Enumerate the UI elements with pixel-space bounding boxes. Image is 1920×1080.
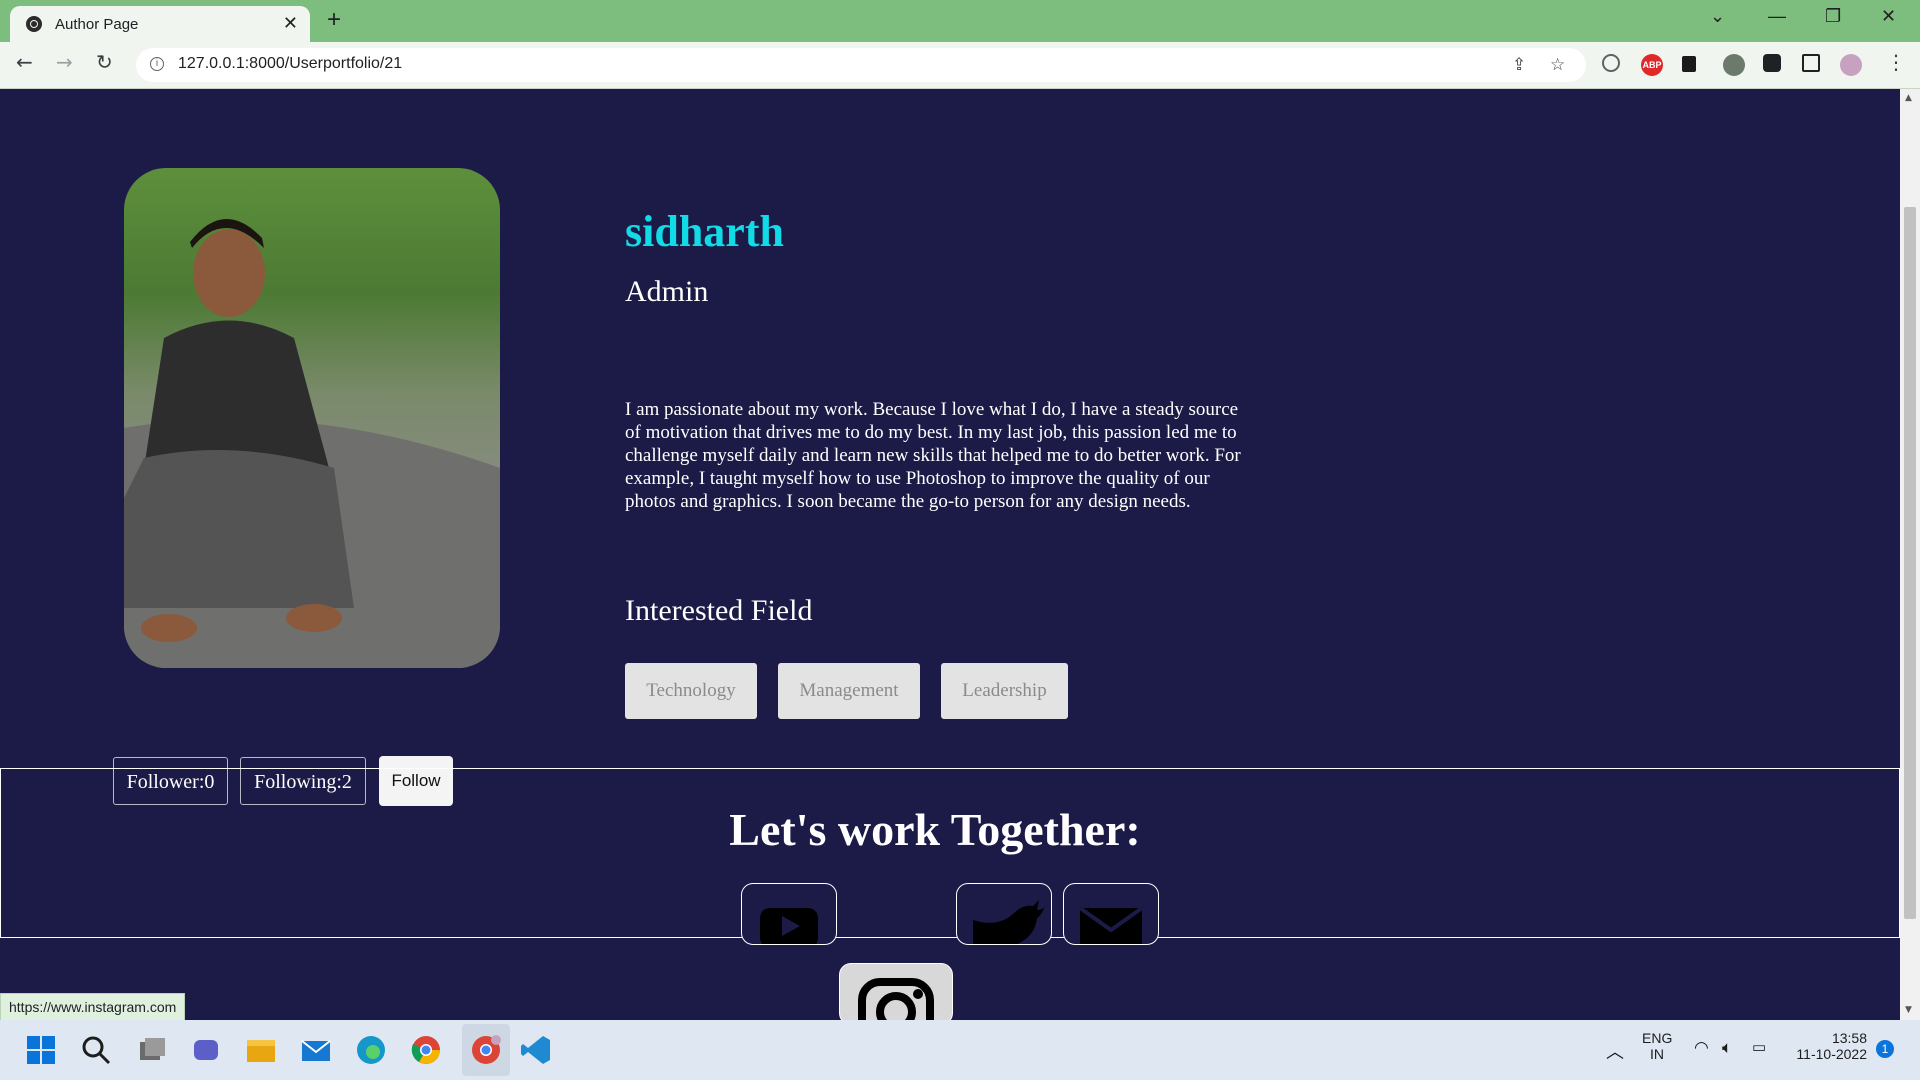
windows-taskbar: ︿ ENG IN ◠ 🔈︎ ▭ 13:58 11-10-2022 1 xyxy=(0,1020,1920,1080)
restore-icon[interactable]: ❐ xyxy=(1825,6,1841,27)
profile-avatar[interactable] xyxy=(1840,54,1862,76)
instagram-icon xyxy=(858,978,934,1024)
forward-icon[interactable]: → xyxy=(56,50,73,74)
page-scrollbar[interactable]: ▲ ▼ xyxy=(1900,89,1920,1020)
adblock-icon[interactable]: ABP xyxy=(1641,54,1663,76)
globe-icon xyxy=(26,16,42,32)
instagram-link[interactable] xyxy=(839,963,953,1025)
teams-chat-icon[interactable] xyxy=(190,1034,222,1066)
tab-author-page[interactable]: Author Page ✕ xyxy=(10,6,310,42)
extension-globe-icon[interactable] xyxy=(1723,54,1745,76)
youtube-link[interactable] xyxy=(741,883,837,945)
author-role: Admin xyxy=(625,275,709,308)
twitter-link[interactable] xyxy=(956,883,1052,945)
extension-chart-icon[interactable] xyxy=(1682,56,1696,72)
browser-toolbar: ← → ↻ i 127.0.0.1:8000/Userportfolio/21 … xyxy=(0,42,1920,89)
interested-field-heading: Interested Field xyxy=(625,594,813,627)
browser-tab-bar: Author Page ✕ + ⌄ — ❐ ✕ xyxy=(0,0,1920,42)
chrome-profile-icon[interactable] xyxy=(470,1034,502,1066)
back-icon[interactable]: ← xyxy=(16,50,33,74)
notification-badge[interactable]: 1 xyxy=(1876,1040,1894,1058)
author-name: sidharth xyxy=(625,207,784,256)
tray-overflow-icon[interactable]: ︿ xyxy=(1606,1038,1624,1064)
search-icon[interactable] xyxy=(80,1034,112,1066)
youtube-icon xyxy=(760,908,818,944)
wifi-icon[interactable]: ◠ xyxy=(1694,1038,1709,1058)
scroll-thumb[interactable] xyxy=(1904,207,1916,919)
author-bio: I am passionate about my work. Because I… xyxy=(625,399,1241,512)
extensions-puzzle-icon[interactable] xyxy=(1763,54,1781,72)
language-region: IN xyxy=(1650,1046,1664,1062)
twitter-icon xyxy=(973,900,1045,944)
vscode-icon[interactable] xyxy=(520,1034,552,1066)
windows-start-icon[interactable] xyxy=(25,1034,57,1066)
close-window-icon[interactable]: ✕ xyxy=(1881,6,1896,27)
footer-title: Let's work Together: xyxy=(729,804,1141,855)
minimize-icon[interactable]: — xyxy=(1768,6,1786,27)
clock[interactable]: 13:58 11-10-2022 xyxy=(1795,1030,1867,1062)
scroll-up-icon[interactable]: ▲ xyxy=(1905,93,1912,103)
mail-link[interactable] xyxy=(1063,883,1159,945)
status-url-bubble: https://www.instagram.com xyxy=(0,993,186,1021)
file-explorer-icon[interactable] xyxy=(245,1034,277,1066)
edge-browser-icon[interactable] xyxy=(355,1034,387,1066)
new-tab-icon[interactable]: + xyxy=(327,6,341,34)
language-indicator[interactable]: ENG IN xyxy=(1642,1030,1672,1062)
bookmark-star-icon[interactable]: ☆ xyxy=(1550,55,1565,75)
extension-person-icon[interactable] xyxy=(1602,54,1620,72)
tab-search-icon[interactable]: ⌄ xyxy=(1710,6,1725,27)
field-chip-technology[interactable]: Technology xyxy=(625,663,757,719)
close-tab-icon[interactable]: ✕ xyxy=(283,13,298,34)
mail-icon xyxy=(1078,906,1144,944)
site-info-icon[interactable]: i xyxy=(150,57,164,71)
clock-time: 13:58 xyxy=(1831,1030,1867,1046)
side-panel-icon[interactable] xyxy=(1802,54,1820,72)
chrome-icon[interactable] xyxy=(410,1034,442,1066)
menu-kebab-icon[interactable]: ⋮ xyxy=(1886,50,1906,74)
reload-icon[interactable]: ↻ xyxy=(96,50,113,74)
profile-photo xyxy=(124,168,500,668)
field-chip-leadership[interactable]: Leadership xyxy=(941,663,1068,719)
task-view-icon[interactable] xyxy=(136,1034,168,1066)
scroll-down-icon[interactable]: ▼ xyxy=(1905,1005,1912,1015)
mail-app-icon[interactable] xyxy=(300,1034,332,1066)
field-chip-management[interactable]: Management xyxy=(778,663,920,719)
language-code: ENG xyxy=(1642,1030,1673,1046)
clock-date: 11-10-2022 xyxy=(1796,1046,1867,1062)
share-icon[interactable]: ⇪ xyxy=(1512,55,1526,75)
address-bar[interactable]: i 127.0.0.1:8000/Userportfolio/21 ⇪ ☆ xyxy=(136,48,1586,82)
volume-icon[interactable]: 🔈︎ xyxy=(1722,1038,1732,1058)
battery-icon[interactable]: ▭ xyxy=(1752,1038,1766,1056)
tab-title: Author Page xyxy=(55,16,139,33)
url-text[interactable]: 127.0.0.1:8000/Userportfolio/21 xyxy=(178,55,402,73)
